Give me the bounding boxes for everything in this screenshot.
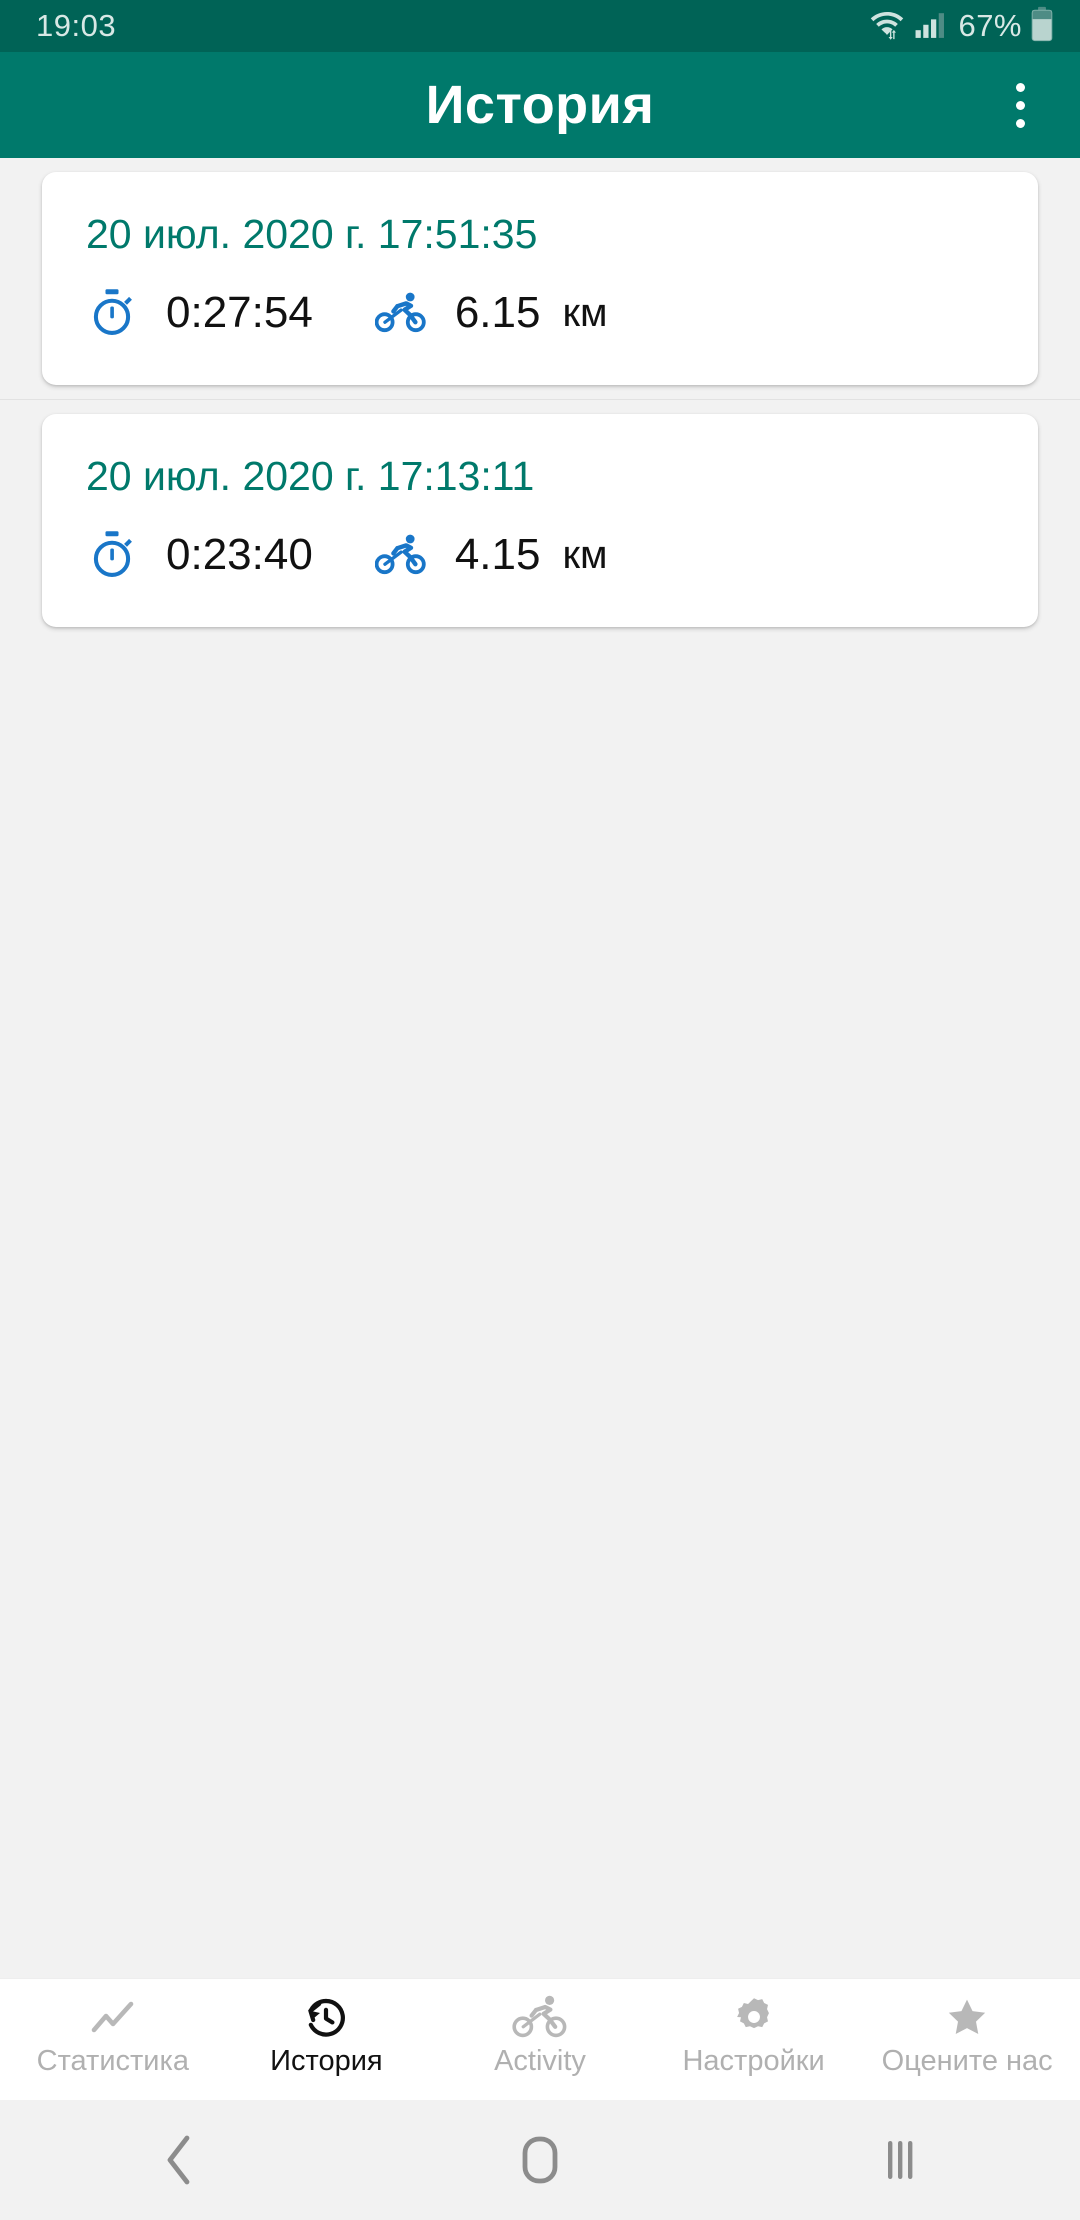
wifi-icon	[868, 7, 906, 46]
status-bar-clock: 19:03	[36, 8, 117, 43]
distance-stat: 6.15 км	[374, 287, 608, 339]
home-square-icon[interactable]	[480, 2115, 600, 2205]
tab-history[interactable]: История	[220, 1993, 434, 2076]
phone-screen: 19:03 67% История 20 июл. 2020 г. 17:51:…	[0, 0, 1080, 2220]
duration-value: 0:23:40	[166, 530, 313, 580]
status-bar: 19:03 67%	[0, 0, 1080, 52]
gear-icon	[731, 1993, 777, 2041]
history-card-stats: 0:23:40 4.15 км	[86, 529, 994, 581]
recents-bars-icon[interactable]	[840, 2115, 960, 2205]
tab-label: Настройки	[682, 2045, 825, 2077]
tab-label: Activity	[494, 2045, 586, 2077]
stopwatch-icon	[86, 529, 138, 581]
tab-label: Статистика	[36, 2045, 189, 2077]
tab-activity[interactable]: Activity	[433, 1993, 647, 2076]
page-title: История	[425, 75, 655, 135]
stopwatch-icon	[86, 287, 138, 339]
bicycle-icon	[512, 1993, 568, 2041]
tab-label: Оцените нас	[881, 2045, 1053, 2077]
system-navigation-bar	[0, 2100, 1080, 2220]
battery-icon	[1030, 6, 1054, 47]
list-item[interactable]: 20 июл. 2020 г. 17:13:11 0:23:40 4.15 км	[0, 399, 1080, 641]
tab-statistics[interactable]: Статистика	[6, 1993, 220, 2076]
history-clock-icon	[302, 1993, 350, 2041]
distance-unit: км	[562, 532, 608, 577]
list-item[interactable]: 20 июл. 2020 г. 17:51:35 0:27:54 6.15 км	[0, 158, 1080, 399]
history-card-date: 20 июл. 2020 г. 17:51:35	[86, 211, 538, 257]
app-bar: История	[0, 52, 1080, 158]
distance-value: 4.15	[454, 530, 541, 580]
tab-rate-us[interactable]: Оцените нас	[860, 1993, 1074, 2076]
history-card-date: 20 июл. 2020 г. 17:13:11	[86, 453, 535, 500]
duration-stat: 0:23:40	[86, 529, 313, 581]
tab-settings[interactable]: Настройки	[647, 1993, 861, 2076]
duration-stat: 0:27:54	[86, 287, 313, 339]
bicycle-icon	[374, 287, 427, 339]
distance-stat: 4.15 км	[374, 529, 608, 581]
tab-label: История	[270, 2045, 383, 2077]
bottom-tab-bar: Статистика История Activity Настройки Оц…	[0, 1978, 1080, 2100]
back-chevron-icon[interactable]	[120, 2115, 240, 2205]
star-icon	[944, 1993, 990, 2041]
status-bar-icons: 67%	[868, 6, 1054, 47]
distance-unit: км	[562, 290, 608, 335]
bicycle-icon	[374, 529, 427, 581]
history-card[interactable]: 20 июл. 2020 г. 17:51:35 0:27:54 6.15 км	[42, 172, 1038, 386]
distance-value: 6.15	[454, 288, 541, 338]
history-list[interactable]: 20 июл. 2020 г. 17:51:35 0:27:54 6.15 км…	[0, 158, 1080, 1978]
cellular-signal-icon	[914, 8, 948, 45]
history-card[interactable]: 20 июл. 2020 г. 17:13:11 0:23:40 4.15 км	[42, 414, 1038, 628]
duration-value: 0:27:54	[166, 288, 313, 338]
battery-percent-label: 67%	[958, 8, 1022, 43]
history-card-stats: 0:27:54 6.15 км	[86, 287, 994, 339]
overflow-menu-icon[interactable]	[984, 69, 1056, 141]
trend-line-icon	[89, 1993, 137, 2041]
